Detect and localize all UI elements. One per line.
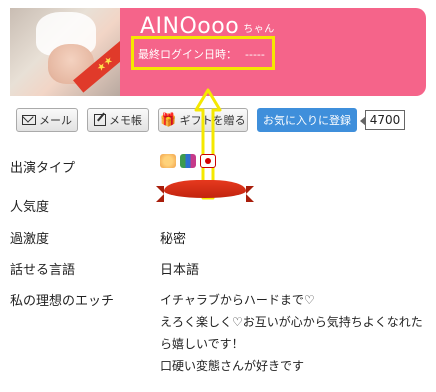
detail-value-ideal: イチャラブからハードまで♡ えろく楽しく♡お互いが心から気持ちよくなれた ら嬉し… — [160, 289, 430, 377]
detail-value-intensity: 秘密 — [160, 232, 187, 247]
gift-icon: 🎁 — [160, 112, 177, 128]
ideal-line: 口硬い変態さんが好きです — [160, 359, 305, 373]
detail-label-intensity: 過激度 — [10, 232, 50, 247]
favorite-button[interactable]: お気に入りに登録 — [257, 108, 357, 132]
profile-name-suffix: ちゃん — [243, 23, 275, 35]
last-login-value: ----- — [245, 48, 265, 61]
favorite-count: 4700 — [360, 110, 405, 130]
detail-label-type: 出演タイプ — [10, 161, 76, 176]
performer-type-icons — [160, 154, 216, 168]
detail-label-language: 話せる言語 — [10, 263, 76, 278]
type-icon-face — [160, 154, 176, 168]
detail-label-ideal: 私の理想のエッチ — [10, 294, 115, 309]
ideal-line: えろく楽しく♡お互いが心から気持ちよくなれた — [160, 315, 423, 329]
ideal-line: ら嬉しいです！ — [160, 337, 244, 351]
detail-value-language: 日本語 — [160, 263, 200, 278]
memo-icon — [94, 114, 106, 126]
memo-button[interactable]: メモ帳 — [87, 108, 149, 132]
memo-button-label: メモ帳 — [109, 114, 142, 127]
favorite-button-label: お気に入りに登録 — [263, 114, 351, 127]
mail-icon — [22, 115, 36, 125]
type-icon-people — [180, 154, 196, 168]
mail-button[interactable]: メール — [16, 108, 78, 132]
last-login-label: 最終ログイン日時： — [138, 48, 237, 61]
profile-avatar[interactable]: ★★ — [10, 8, 120, 96]
ideal-line: イチャラブからハードまで♡ — [160, 293, 315, 307]
detail-label-popularity: 人気度 — [10, 200, 50, 215]
last-login: 最終ログイン日時： ----- — [138, 46, 265, 62]
type-icon-japan-flag — [200, 154, 216, 168]
mail-button-label: メール — [39, 114, 72, 127]
rank-ribbon-icon — [156, 180, 254, 202]
